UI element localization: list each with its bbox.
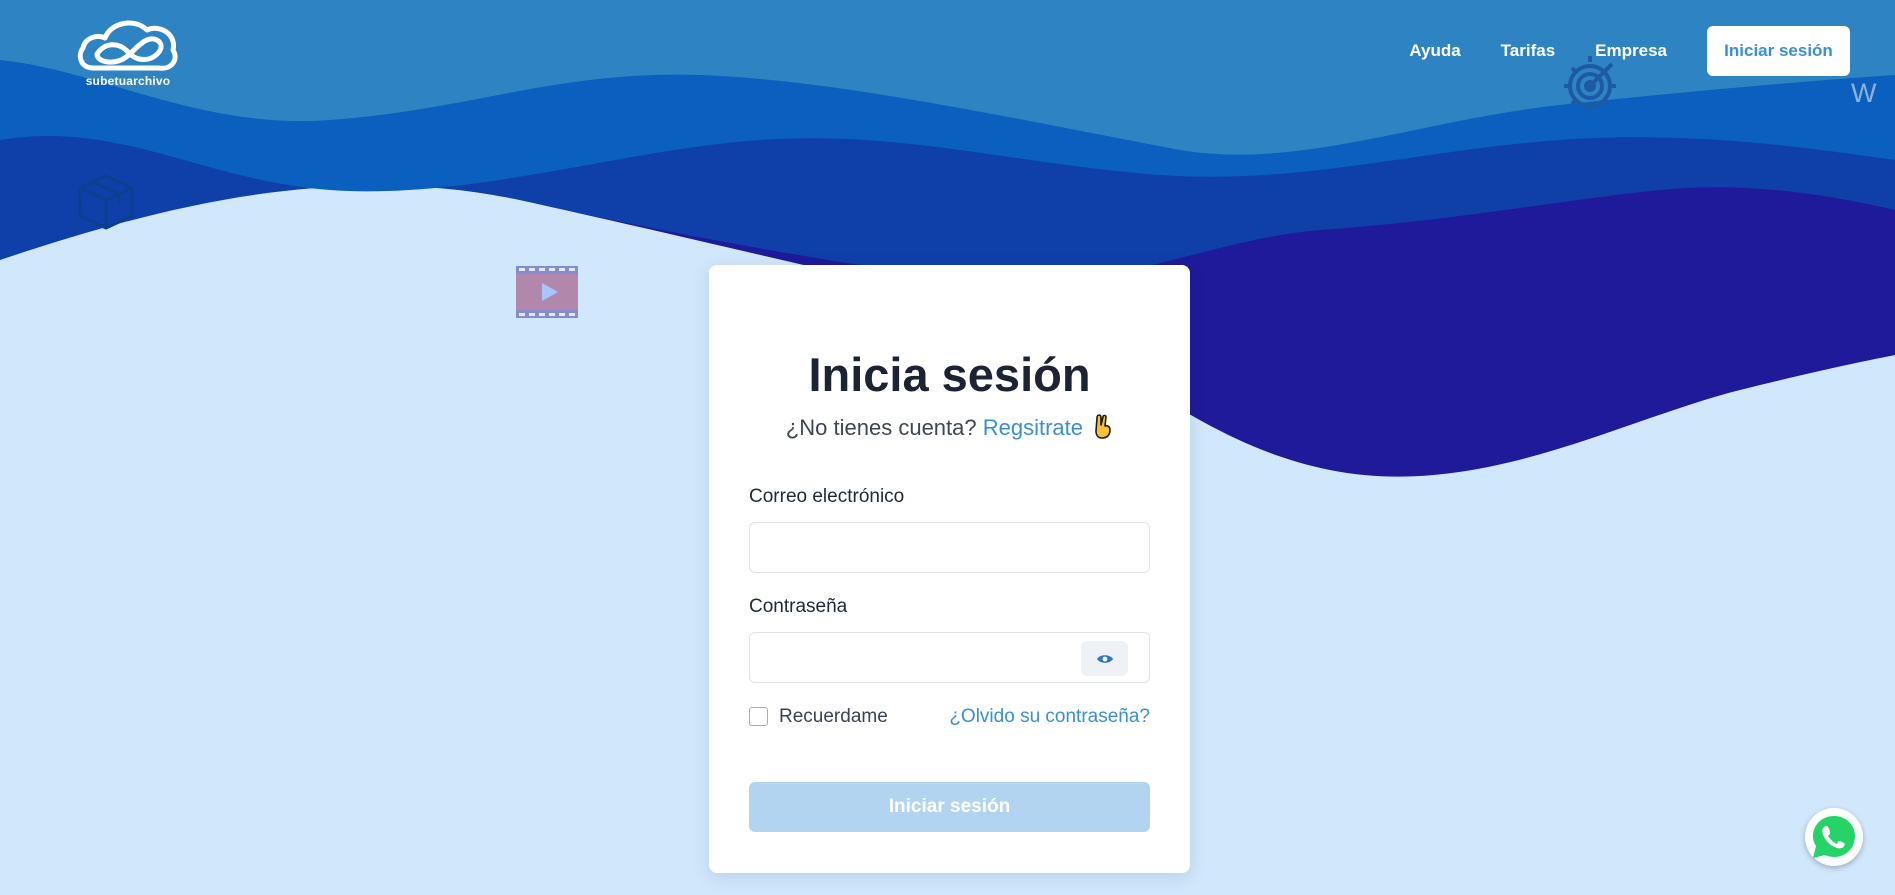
password-label: Contraseña xyxy=(749,596,848,617)
top-nav: Ayuda Tarifas Empresa Iniciar sesión xyxy=(1409,26,1850,76)
login-card: Inicia sesión ¿No tienes cuenta? Regsitr… xyxy=(709,265,1190,873)
whatsapp-chat-button[interactable] xyxy=(1805,808,1863,866)
video-play-icon xyxy=(516,266,578,318)
login-title: Inicia sesión xyxy=(808,348,1091,401)
nav-link-tarifas[interactable]: Tarifas xyxy=(1501,41,1556,61)
brand-name: subetuarchivo xyxy=(85,74,171,88)
eye-icon xyxy=(1096,654,1113,663)
nav-link-ayuda[interactable]: Ayuda xyxy=(1409,41,1460,61)
email-input[interactable] xyxy=(749,522,1150,573)
remember-me-checkbox[interactable] xyxy=(749,707,768,726)
toggle-password-visibility-button[interactable] xyxy=(1081,641,1128,676)
register-link[interactable]: Regsitrate xyxy=(983,415,1083,440)
register-prompt-text: ¿No tienes cuenta? xyxy=(785,415,977,440)
email-label: Correo electrónico xyxy=(749,486,905,507)
login-submit-button[interactable]: Iniciar sesión xyxy=(749,782,1150,832)
whatsapp-icon xyxy=(1813,816,1855,858)
register-prompt: ¿No tienes cuenta? Regsitrate xyxy=(709,413,1190,441)
header-login-button[interactable]: Iniciar sesión xyxy=(1707,26,1850,76)
victory-hand-icon xyxy=(1095,414,1111,439)
brand-logo[interactable]: subetuarchivo xyxy=(74,12,182,88)
cloud-infinity-icon xyxy=(77,20,178,71)
box-icon xyxy=(78,174,134,230)
partial-letter-decoration: W xyxy=(1851,78,1877,108)
login-page: subetuarchivo Ayuda Tarifas Empresa Inic… xyxy=(0,0,1895,895)
remember-me-label[interactable]: Recuerdame xyxy=(779,706,888,728)
forgot-password-link[interactable]: ¿Olvido su contraseña? xyxy=(949,706,1150,728)
gear-target-icon xyxy=(1564,56,1616,114)
